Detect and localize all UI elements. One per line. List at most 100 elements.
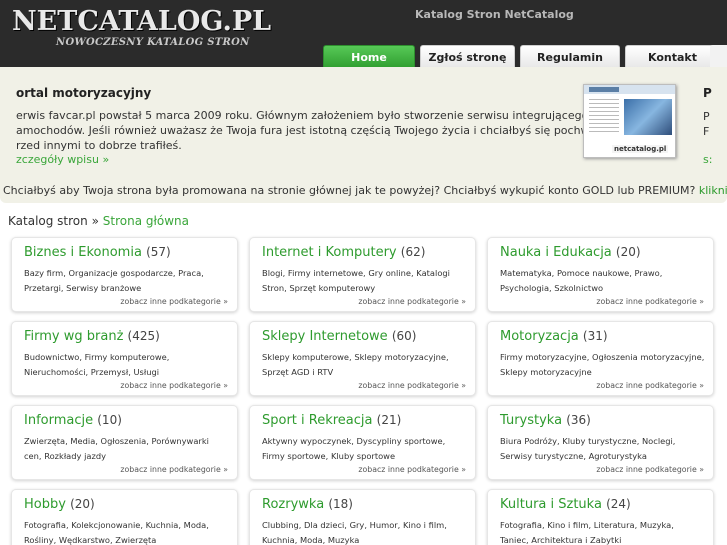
promo-link[interactable]: kliknij tutaj <box>699 184 727 197</box>
category-count: (24) <box>606 497 631 511</box>
category-heading: Nauka i Edukacja (20) <box>500 245 641 260</box>
category-heading: Firmy wg branż (425) <box>24 329 160 344</box>
category-link[interactable]: Nauka i Edukacja <box>500 245 612 260</box>
category-card: Sklepy Internetowe (60) Sklepy komputero… <box>249 321 476 396</box>
more-subcategories-link[interactable]: zobacz inne podkategorie » <box>120 381 228 390</box>
category-count: (31) <box>582 329 608 343</box>
category-heading: Informacje (10) <box>24 413 122 428</box>
category-heading: Motoryzacja (31) <box>500 329 608 344</box>
main-nav: Home Zgłoś stronę Regulamin Kontakt <box>323 45 720 69</box>
subcategory-list[interactable]: Clubbing, Dla dzieci, Gry, Humor, Kino i… <box>262 518 467 545</box>
featured-thumbnail[interactable]: netcatalog.pl <box>583 84 676 158</box>
subcategory-list[interactable]: Bazy firm, Organizacje gospodarcze, Prac… <box>24 266 229 296</box>
featured-details-link[interactable]: zczegóły wpisu » <box>16 153 109 166</box>
thumbnail-label: netcatalog.pl <box>612 145 669 153</box>
category-count: (10) <box>97 413 122 427</box>
category-link[interactable]: Turystyka <box>500 413 562 428</box>
category-heading: Biznes i Ekonomia (57) <box>24 245 171 260</box>
category-card: Hobby (20) Fotografia, Kolekcjonowanie, … <box>11 489 238 545</box>
more-subcategories-link[interactable]: zobacz inne podkategorie » <box>596 381 704 390</box>
subcategory-list[interactable]: Biura Podróży, Kluby turystyczne, Nocleg… <box>500 434 705 464</box>
tab-rules[interactable]: Regulamin <box>520 45 620 69</box>
category-link[interactable]: Rozrywka <box>262 497 324 512</box>
breadcrumb-separator: » <box>91 214 99 228</box>
category-count: (36) <box>566 413 591 427</box>
more-subcategories-link[interactable]: zobacz inne podkategorie » <box>120 465 228 474</box>
category-card: Sport i Rekreacja (21) Aktywny wypoczyne… <box>249 405 476 480</box>
featured-line: amochodów. Jeśli również uważasz że Twoj… <box>16 124 629 137</box>
category-heading: Sport i Rekreacja (21) <box>262 413 401 428</box>
subcategory-list[interactable]: Matematyka, Pomoce naukowe, Prawo, Psych… <box>500 266 705 296</box>
category-heading: Hobby (20) <box>24 497 95 512</box>
more-subcategories-link[interactable]: zobacz inne podkategorie » <box>358 381 466 390</box>
category-card: Firmy wg branż (425) Budownictwo, Firmy … <box>11 321 238 396</box>
category-link[interactable]: Motoryzacja <box>500 329 579 344</box>
category-heading: Internet i Komputery (62) <box>262 245 425 260</box>
category-count: (425) <box>127 329 160 343</box>
category-link[interactable]: Informacje <box>24 413 93 428</box>
next-featured-text: F <box>703 125 710 138</box>
more-subcategories-link[interactable]: zobacz inne podkategorie » <box>120 297 228 306</box>
more-subcategories-link[interactable]: zobacz inne podkategorie » <box>596 297 704 306</box>
site-title: Katalog Stron NetCatalog <box>415 8 574 21</box>
category-heading: Sklepy Internetowe (60) <box>262 329 416 344</box>
category-card: Internet i Komputery (62) Blogi, Firmy i… <box>249 237 476 312</box>
breadcrumb: Katalog stron » Strona główna <box>8 214 189 228</box>
thumbnail-text <box>589 99 619 135</box>
category-count: (20) <box>615 245 641 259</box>
promo-text: Chciałbyś aby Twoja strona była promowan… <box>3 184 696 197</box>
subcategory-list[interactable]: Aktywny wypoczynek, Dyscypliny sportowe,… <box>262 434 467 464</box>
more-subcategories-link[interactable]: zobacz inne podkategorie » <box>358 465 466 474</box>
next-featured-title[interactable]: P <box>703 86 712 100</box>
subcategory-list[interactable]: Firmy motoryzacyjne, Ogłoszenia motoryza… <box>500 350 705 380</box>
category-link[interactable]: Kultura i Sztuka <box>500 497 602 512</box>
category-card: Motoryzacja (31) Firmy motoryzacyjne, Og… <box>487 321 714 396</box>
next-featured-link[interactable]: s: <box>703 153 712 166</box>
featured-description: erwis favcar.pl powstał 5 marca 2009 rok… <box>16 108 654 153</box>
thumbnail-logo <box>589 87 619 92</box>
category-count: (57) <box>146 245 171 259</box>
more-subcategories-link[interactable]: zobacz inne podkategorie » <box>596 465 704 474</box>
thumbnail-header <box>584 85 675 94</box>
tab-contact[interactable]: Kontakt <box>625 45 720 69</box>
category-link[interactable]: Firmy wg branż <box>24 329 123 344</box>
category-link[interactable]: Sklepy Internetowe <box>262 329 388 344</box>
category-card: Rozrywka (18) Clubbing, Dla dzieci, Gry,… <box>249 489 476 545</box>
subcategory-list[interactable]: Fotografia, Kino i film, Literatura, Muz… <box>500 518 705 545</box>
category-link[interactable]: Internet i Komputery <box>262 245 397 260</box>
category-card: Biznes i Ekonomia (57) Bazy firm, Organi… <box>11 237 238 312</box>
category-count: (62) <box>400 245 426 259</box>
category-count: (21) <box>376 413 402 427</box>
subcategory-list[interactable]: Fotografia, Kolekcjonowanie, Kuchnia, Mo… <box>24 518 229 545</box>
category-card: Informacje (10) Zwierzęta, Media, Ogłosz… <box>11 405 238 480</box>
category-heading: Turystyka (36) <box>500 413 591 428</box>
logo-tagline: NOWOCZESNY KATALOG STRON <box>56 37 250 48</box>
featured-title[interactable]: ortal motoryzacyjny <box>16 86 151 100</box>
category-card: Turystyka (36) Biura Podróży, Kluby tury… <box>487 405 714 480</box>
breadcrumb-root[interactable]: Katalog stron <box>8 214 88 228</box>
category-count: (18) <box>328 497 353 511</box>
category-card: Kultura i Sztuka (24) Fotografia, Kino i… <box>487 489 714 545</box>
tab-overflow <box>710 45 727 69</box>
promo-banner: Chciałbyś aby Twoja strona była promowan… <box>0 184 727 197</box>
tab-submit-site[interactable]: Zgłoś stronę <box>420 45 515 69</box>
category-count: (20) <box>70 497 95 511</box>
subcategory-list[interactable]: Sklepy komputerowe, Sklepy motoryzacyjne… <box>262 350 467 380</box>
more-subcategories-link[interactable]: zobacz inne podkategorie » <box>358 297 466 306</box>
site-logo[interactable]: NETCATALOG.PL <box>12 6 271 37</box>
category-count: (60) <box>391 329 417 343</box>
category-link[interactable]: Biznes i Ekonomia <box>24 245 142 260</box>
category-card: Nauka i Edukacja (20) Matematyka, Pomoce… <box>487 237 714 312</box>
next-featured-text: P <box>703 110 710 123</box>
category-link[interactable]: Hobby <box>24 497 66 512</box>
category-heading: Rozrywka (18) <box>262 497 353 512</box>
subcategory-list[interactable]: Budownictwo, Firmy komputerowe, Nierucho… <box>24 350 229 380</box>
breadcrumb-current[interactable]: Strona główna <box>103 214 189 228</box>
featured-line: rzed innymi to dobrze trafiłeś. <box>16 139 182 152</box>
subcategory-list[interactable]: Zwierzęta, Media, Ogłoszenia, Porównywar… <box>24 434 229 464</box>
featured-line: erwis favcar.pl powstał 5 marca 2009 rok… <box>16 109 654 122</box>
subcategory-list[interactable]: Blogi, Firmy internetowe, Gry online, Ka… <box>262 266 467 296</box>
category-link[interactable]: Sport i Rekreacja <box>262 413 373 428</box>
tab-home[interactable]: Home <box>323 45 415 69</box>
category-heading: Kultura i Sztuka (24) <box>500 497 631 512</box>
